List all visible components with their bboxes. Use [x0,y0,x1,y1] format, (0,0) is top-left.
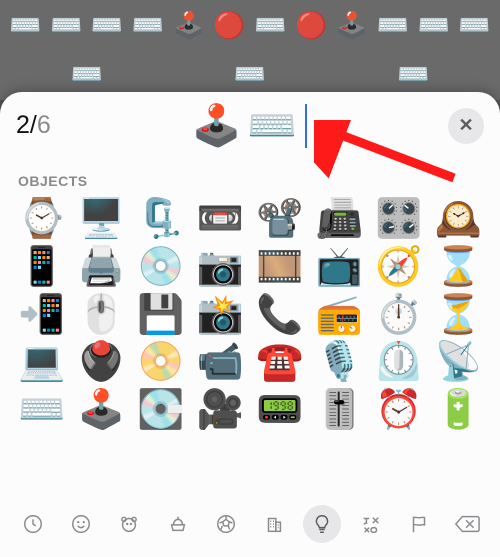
text-caret [305,104,307,148]
emoji-cell[interactable]: 📻 [312,295,368,337]
category-activity[interactable] [207,505,245,543]
building-icon [263,513,285,535]
emoji-limit-counter: 2/6 [16,111,51,140]
delete-button[interactable] [448,505,486,543]
bg-emoji: ⌨️ [9,10,41,41]
emoji-cell[interactable]: 📸 [193,295,249,337]
emoji-grid: ⌚🖥️🗜️📼📽️📠🎛️🕰️ 📱🖨️💿📷🎞️📺🧭⌛ 📲🖱️💾📸📞📻⏱️⏳ 💻🖲️📀📹☎️… [0,195,500,497]
category-travel[interactable] [255,505,293,543]
emoji-cell[interactable]: 📟 [252,390,308,432]
emoji-cell[interactable]: 📠 [312,199,368,241]
emoji-cell[interactable]: 📷 [193,247,249,289]
bear-icon [118,513,140,535]
bg-emoji: ⌨️ [132,10,164,41]
emoji-cell[interactable]: ⏳ [431,295,487,337]
lightbulb-icon [311,513,333,535]
close-icon: ✕ [458,115,473,136]
emoji-cell[interactable]: 💽 [133,390,189,432]
food-icon [167,513,189,535]
emoji-cell[interactable]: 🖲️ [74,342,130,384]
category-animals[interactable] [110,505,148,543]
bg-emoji: ⌨️ [418,10,450,41]
emoji-cell[interactable]: 🎥 [193,390,249,432]
emoji-cell[interactable]: 🎛️ [371,199,427,241]
soccer-icon [215,513,237,535]
bg-emoji: 🕹️ [173,10,205,41]
emoji-cell[interactable]: 📲 [14,295,70,337]
emoji-cell[interactable]: 📽️ [252,199,308,241]
bg-emoji: 🔴 [213,10,245,41]
category-recent[interactable] [14,505,52,543]
emoji-cell[interactable]: 🕰️ [431,199,487,241]
bg-emoji: 🕹️ [336,10,368,41]
emoji-cell[interactable]: 📡 [431,342,487,384]
emoji-cell[interactable]: 📀 [133,342,189,384]
emoji-cell[interactable]: ☎️ [252,342,308,384]
bg-emoji: ⌨️ [70,59,102,90]
input-emoji-0: 🕹️ [192,102,242,149]
emoji-cell[interactable]: 🕹️ [74,390,130,432]
counter-total: 6 [37,111,51,139]
emoji-cell[interactable]: 📞 [252,295,308,337]
emoji-cell[interactable]: 📺 [312,247,368,289]
emoji-cell[interactable]: ⌨️ [14,390,70,432]
emoji-cell[interactable]: 🧭 [371,247,427,289]
bg-emoji: ⌨️ [397,59,429,90]
category-objects[interactable] [303,505,341,543]
emoji-picker-panel: 2/6 🕹️ ⌨️ ✕ OBJECTS ⌚🖥️🗜️📼📽️📠🎛️🕰️ 📱🖨️💿📷🎞️… [0,92,500,557]
emoji-input-field[interactable]: 🕹️ ⌨️ [59,102,440,149]
emoji-cell[interactable]: 💻 [14,342,70,384]
emoji-cell[interactable]: ⏲️ [371,342,427,384]
delete-icon [454,514,480,534]
category-bar [0,497,500,557]
emoji-cell[interactable]: 🎞️ [252,247,308,289]
input-emoji-1: ⌨️ [247,102,297,149]
emoji-cell[interactable]: 🎙️ [312,342,368,384]
section-header-objects: OBJECTS [0,159,500,195]
category-symbols[interactable] [352,505,390,543]
category-smileys[interactable] [62,505,100,543]
bg-emoji: ⌨️ [458,10,490,41]
emoji-cell[interactable]: ⌚ [14,199,70,241]
emoji-cell[interactable]: 🗜️ [133,199,189,241]
close-button[interactable]: ✕ [448,108,484,144]
emoji-cell[interactable]: 🖥️ [74,199,130,241]
emoji-cell[interactable]: 🖨️ [74,247,130,289]
symbols-icon [360,513,382,535]
bg-emoji: ⌨️ [91,10,123,41]
bg-emoji: 🔴 [295,10,327,41]
bg-emoji: ⌨️ [234,59,266,90]
category-food[interactable] [159,505,197,543]
smiley-icon [70,513,92,535]
counter-sep: / [30,111,37,139]
bg-emoji: ⌨️ [377,10,409,41]
category-flags[interactable] [400,505,438,543]
emoji-cell[interactable]: 🖱️ [74,295,130,337]
background-chat-strip: ⌨️ ⌨️ ⌨️ ⌨️ 🕹️ 🔴 ⌨️ 🔴 🕹️ ⌨️ ⌨️ ⌨️ ⌨️ ⌨️ ⌨️ [0,0,500,100]
emoji-cell[interactable]: 🔋 [431,390,487,432]
bg-emoji: ⌨️ [50,10,82,41]
emoji-cell[interactable]: ⌛ [431,247,487,289]
clock-icon [22,513,44,535]
counter-current: 2 [16,111,30,139]
emoji-cell[interactable]: 💿 [133,247,189,289]
emoji-cell[interactable]: ⏱️ [371,295,427,337]
emoji-cell[interactable]: 📱 [14,247,70,289]
emoji-cell[interactable]: 📼 [193,199,249,241]
bg-emoji: ⌨️ [254,10,286,41]
flag-icon [408,513,430,535]
input-row: 2/6 🕹️ ⌨️ ✕ [0,92,500,159]
emoji-cell[interactable]: 📹 [193,342,249,384]
emoji-cell[interactable]: 💾 [133,295,189,337]
emoji-cell[interactable]: ⏰ [371,390,427,432]
emoji-cell[interactable]: 🎚️ [312,390,368,432]
